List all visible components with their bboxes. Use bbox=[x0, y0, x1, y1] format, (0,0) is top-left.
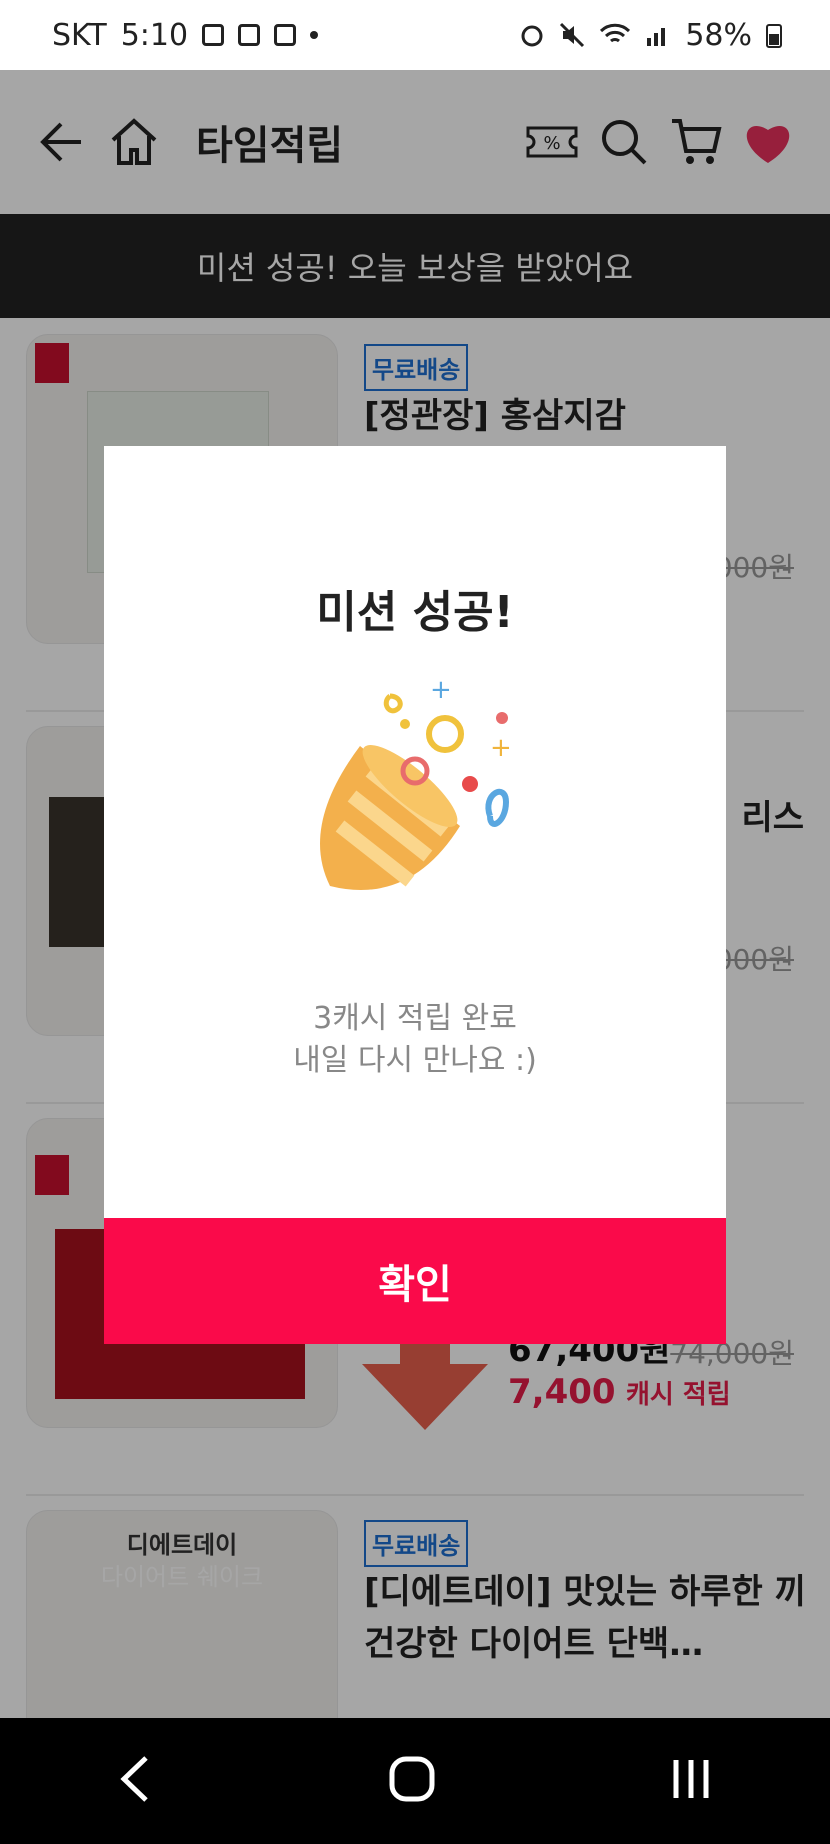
notification-icon bbox=[202, 24, 225, 46]
status-bar: SKT 5:10 58% bbox=[0, 0, 830, 70]
confirm-button[interactable]: 확인 bbox=[104, 1218, 726, 1344]
recents-icon bbox=[673, 1760, 709, 1798]
more-notifications-icon bbox=[310, 31, 319, 39]
home-circle-icon bbox=[389, 1756, 435, 1802]
time-label: 5:10 bbox=[120, 17, 189, 53]
mission-success-dialog: 미션 성공! + + 3캐시 적립 완료 내일 다시 만나요 :) 확인 bbox=[104, 446, 726, 1344]
party-popper-icon: + + bbox=[320, 676, 512, 890]
back-chevron-icon bbox=[120, 1756, 148, 1802]
signal-icon bbox=[647, 28, 666, 46]
reward-message: 3캐시 적립 완료 bbox=[313, 1001, 517, 1036]
battery-icon bbox=[766, 24, 782, 48]
notification-icon bbox=[238, 24, 261, 46]
wifi-icon bbox=[600, 23, 631, 43]
svg-text:+: + bbox=[490, 733, 512, 763]
svg-text:+: + bbox=[430, 676, 452, 705]
mute-icon bbox=[560, 22, 585, 48]
carrier-label: SKT bbox=[52, 17, 107, 53]
notification-icon bbox=[274, 24, 297, 46]
dialog-message: 3캐시 적립 완료 내일 다시 만나요 :) bbox=[104, 998, 726, 1082]
system-back-button[interactable] bbox=[116, 1754, 156, 1808]
farewell-message: 내일 다시 만나요 :) bbox=[293, 1043, 537, 1078]
battery-percent: 58% bbox=[685, 17, 752, 53]
alarm-icon bbox=[521, 25, 543, 47]
system-recents-button[interactable] bbox=[668, 1756, 714, 1806]
dialog-title: 미션 성공! bbox=[316, 587, 514, 638]
system-home-button[interactable] bbox=[387, 1754, 437, 1808]
system-nav-bar bbox=[0, 1718, 830, 1844]
